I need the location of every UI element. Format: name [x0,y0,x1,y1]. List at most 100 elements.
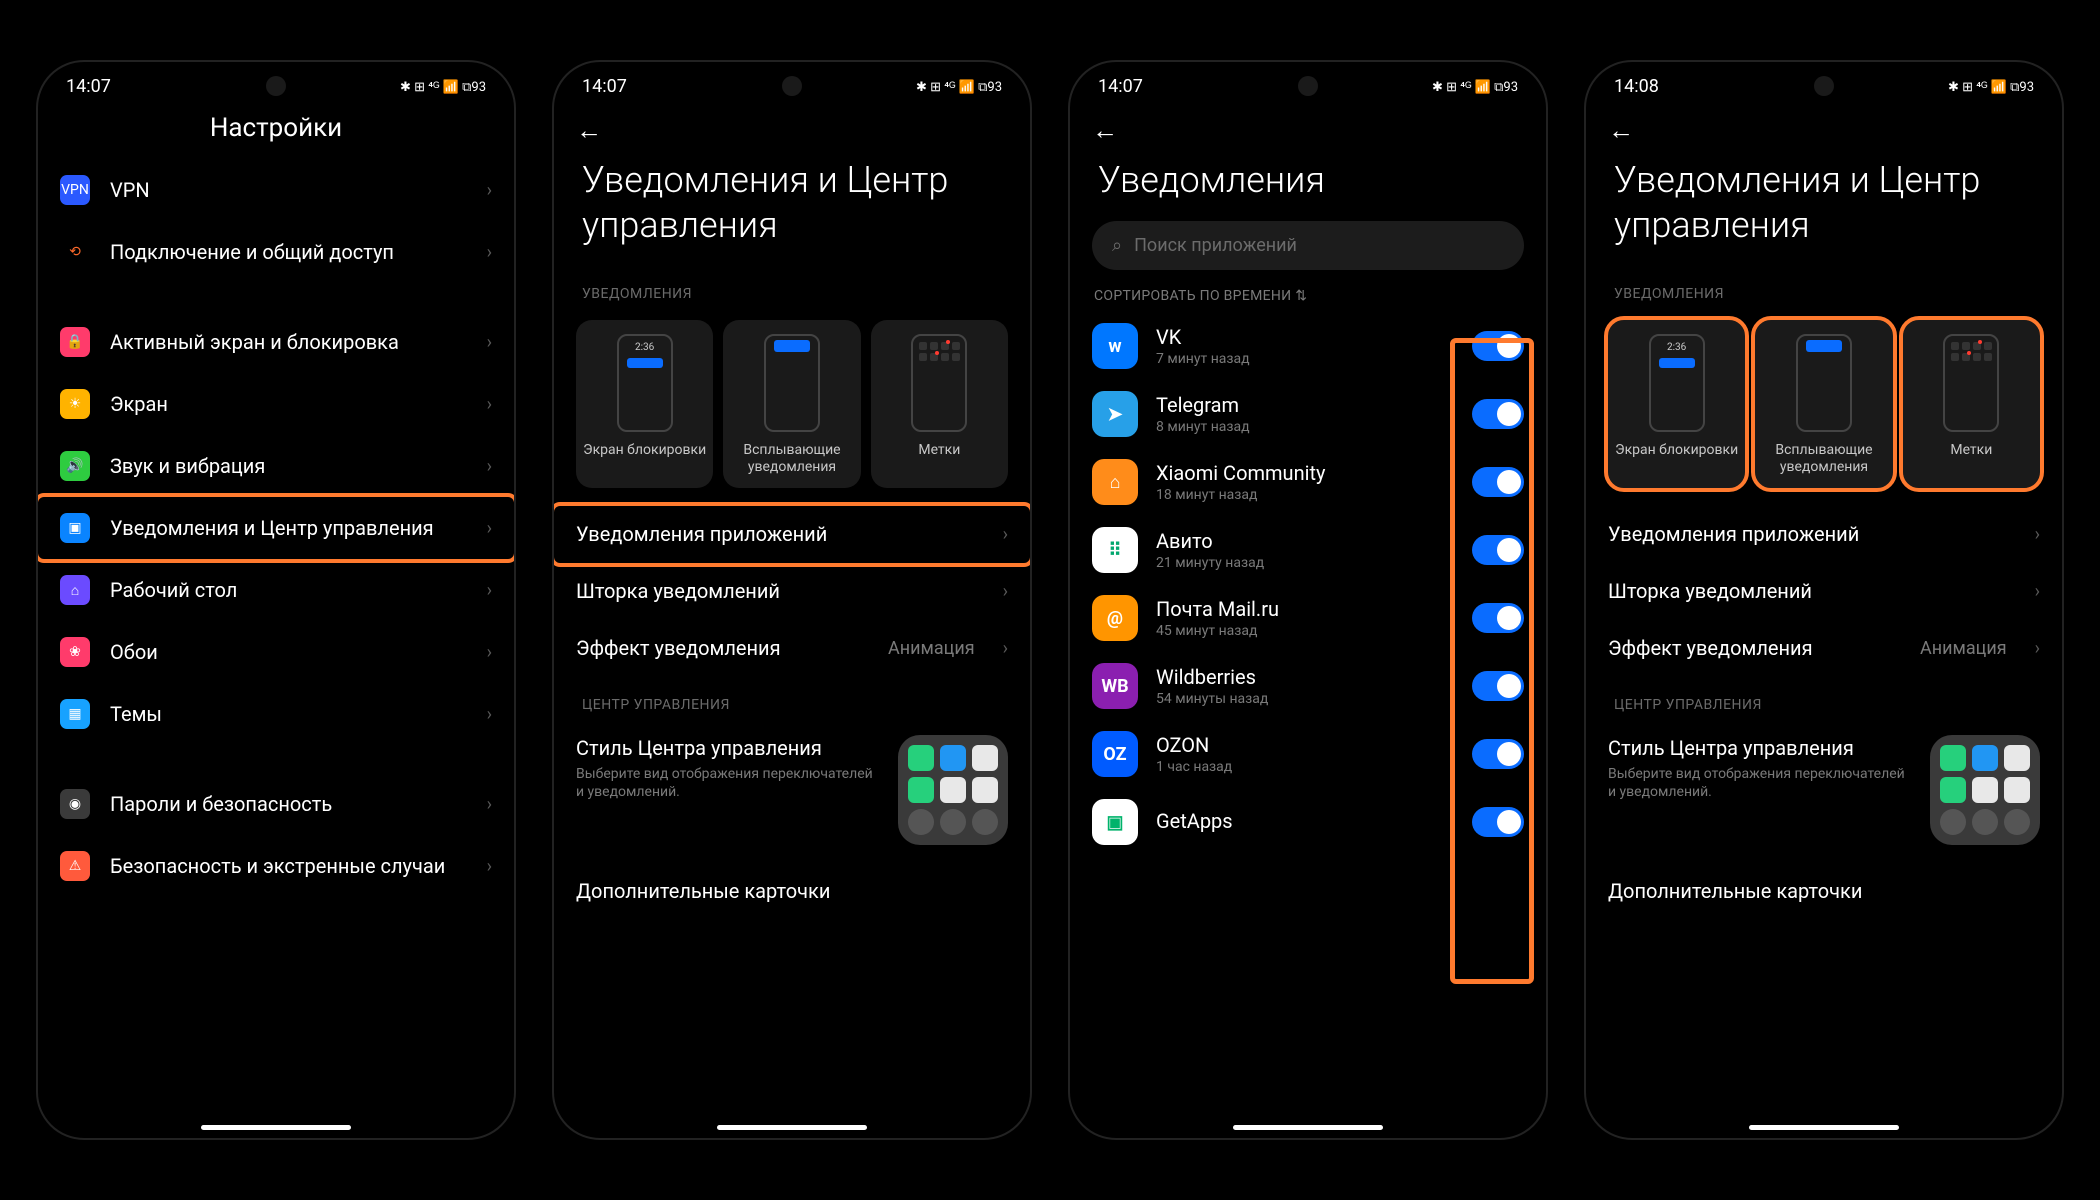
notification-toggle[interactable] [1472,671,1524,701]
phone-app-notifications: 14:07 ✱ ⊞ ⁴ᴳ 📶 ⧉93 ← Уведомления ⌕ Поиск… [1068,60,1548,1140]
app-time: 1 час назад [1156,759,1454,775]
chevron-right-icon: › [487,180,492,201]
app-row[interactable]: OZOZON1 час назад [1070,720,1546,788]
row-label: VPN [110,178,467,203]
app-row[interactable]: ➤Telegram8 минут назад [1070,380,1546,448]
chevron-right-icon: › [487,794,492,815]
notif-setting-row[interactable]: Уведомления приложений› [1586,506,2062,563]
notif-tile[interactable]: Всплывающие уведомления [723,320,860,488]
notif-setting-row[interactable]: Уведомления приложений› [554,506,1030,563]
chevron-right-icon: › [487,394,492,415]
app-name: Wildberries [1156,665,1454,689]
row-icon: ◉ [60,789,90,819]
row-label: Активный экран и блокировка [110,330,467,355]
notif-setting-row[interactable]: Шторка уведомлений › [1586,563,2062,620]
settings-row[interactable]: 🔊Звук и вибрация› [38,435,514,497]
tile-preview: 2:36 [1649,334,1705,432]
notification-toggle[interactable] [1472,603,1524,633]
status-time: 14:07 [582,76,627,97]
app-row[interactable]: ⠿Авито21 минуту назад [1070,516,1546,584]
tile-label: Экран блокировки [583,442,706,459]
page-title: Уведомления и Центр управления [554,150,1030,266]
app-text: Почта Mail.ru45 минут назад [1156,597,1454,639]
app-name: Telegram [1156,393,1454,417]
app-row[interactable]: WBWildberries54 минуты назад [1070,652,1546,720]
app-text: Telegram8 минут назад [1156,393,1454,435]
home-indicator[interactable] [1233,1125,1383,1130]
section-notifications: УВЕДОМЛЕНИЯ [1586,266,2062,312]
app-row[interactable]: wVK7 минут назад [1070,312,1546,380]
settings-row[interactable]: ⌂Рабочий стол› [38,559,514,621]
notif-tile[interactable]: Всплывающие уведомления [1755,320,1892,488]
notif-setting-row[interactable]: Шторка уведомлений › [554,563,1030,620]
home-indicator[interactable] [717,1125,867,1130]
settings-row[interactable]: ⚠Безопасность и экстренные случаи› [38,835,514,897]
row-label: Шторка уведомлений [576,579,983,604]
settings-row[interactable]: ◉Пароли и безопасность› [38,773,514,835]
chevron-right-icon: › [1003,524,1008,545]
notification-toggle[interactable] [1472,399,1524,429]
chevron-right-icon: › [487,518,492,539]
row-label: Темы [110,702,467,727]
notification-toggle[interactable] [1472,467,1524,497]
cc-style-title: Стиль Центра управления [576,735,882,761]
notif-tile[interactable]: Метки [1903,320,2040,488]
settings-row[interactable]: ☀Экран› [38,373,514,435]
front-camera [1298,76,1318,96]
row-value: Анимация [888,638,975,659]
app-row[interactable]: @ Почта Mail.ru45 минут назад [1070,584,1546,652]
notification-toggle[interactable] [1472,739,1524,769]
status-icons: ✱ ⊞ ⁴ᴳ 📶 ⧉93 [1432,79,1518,95]
sort-by-time[interactable]: СОРТИРОВАТЬ ПО ВРЕМЕНИ ⇅ [1070,270,1546,312]
notif-tile[interactable]: Метки [871,320,1008,488]
settings-row[interactable]: ⟲Подключение и общий доступ› [38,221,514,283]
phone-settings: 14:07 ✱ ⊞ ⁴ᴳ 📶 ⧉93 Настройки VPNVPN›⟲Под… [36,60,516,1140]
settings-row[interactable]: 🔒Активный экран и блокировка› [38,311,514,373]
extra-cards-row[interactable]: Дополнительные карточки [1586,857,2062,920]
app-icon: @ [1092,595,1138,641]
chevron-right-icon: › [487,856,492,877]
settings-row[interactable]: VPNVPN› [38,159,514,221]
notif-setting-row[interactable]: Эффект уведомленияАнимация› [554,620,1030,677]
tile-label: Метки [1950,442,1992,459]
app-icon: ▣ [1092,799,1138,845]
row-icon: ☀ [60,389,90,419]
chevron-right-icon: › [1003,581,1008,602]
home-indicator[interactable] [201,1125,351,1130]
settings-row[interactable]: ▣Уведомления и Центр управления› [38,497,514,559]
notif-setting-row[interactable]: Эффект уведомленияАнимация› [1586,620,2062,677]
app-row[interactable]: ⌂Xiaomi Community18 минут назад [1070,448,1546,516]
extra-cards-row[interactable]: Дополнительные карточки [554,857,1030,920]
notification-toggle[interactable] [1472,331,1524,361]
cc-preview-icon [1930,735,2040,845]
row-label: Подключение и общий доступ [110,240,467,265]
row-label: Обои [110,640,467,665]
settings-row[interactable]: ❀Обои› [38,621,514,683]
home-indicator[interactable] [1749,1125,1899,1130]
front-camera [266,76,286,96]
search-input[interactable]: ⌕ Поиск приложений [1092,221,1524,270]
back-button[interactable]: ← [1070,103,1140,150]
back-button[interactable]: ← [554,103,624,150]
app-icon: ⠿ [1092,527,1138,573]
row-icon: 🔒 [60,327,90,357]
page-title: Уведомления [1070,150,1546,221]
app-text: GetApps [1156,809,1454,835]
notif-tile[interactable]: 2:36 Экран блокировки [576,320,713,488]
chevron-right-icon: › [2035,581,2040,602]
row-label: Шторка уведомлений [1608,579,2015,604]
notification-toggle[interactable] [1472,807,1524,837]
tile-preview: 2:36 [617,334,673,432]
back-button[interactable]: ← [1586,103,1656,150]
settings-row[interactable]: ▦Темы› [38,683,514,745]
app-row[interactable]: ▣ GetApps [1070,788,1546,856]
row-label: Безопасность и экстренные случаи [110,854,467,879]
row-icon: 🔊 [60,451,90,481]
row-icon: ⌂ [60,575,90,605]
notification-toggle[interactable] [1472,535,1524,565]
control-center-style[interactable]: Стиль Центра управления Выберите вид ото… [554,723,1030,857]
app-time: 45 минут назад [1156,623,1454,639]
control-center-style[interactable]: Стиль Центра управления Выберите вид ото… [1586,723,2062,857]
notif-tile[interactable]: 2:36Экран блокировки [1608,320,1745,488]
app-name: GetApps [1156,809,1454,833]
